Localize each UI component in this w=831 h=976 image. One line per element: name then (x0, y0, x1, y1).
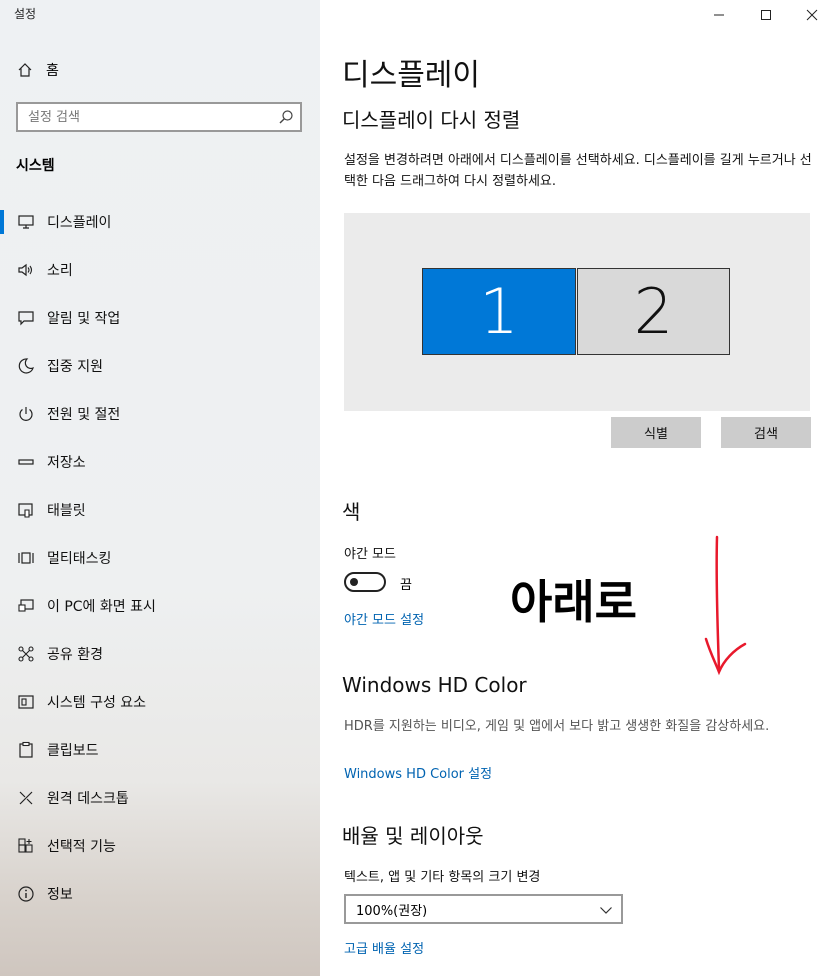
sidebar-item-label: 멀티태스킹 (47, 551, 112, 567)
home-nav-item[interactable]: 홈 (16, 58, 59, 82)
sidebar-item-storage[interactable]: 저장소 (0, 438, 320, 486)
sidebar-item-clipboard[interactable]: 클립보드 (0, 726, 320, 774)
optional-features-icon (16, 836, 36, 856)
sidebar-item-sound[interactable]: 소리 (0, 246, 320, 294)
color-heading: 색 (342, 500, 361, 524)
sidebar-item-label: 저장소 (47, 455, 86, 471)
home-label: 홈 (46, 63, 59, 79)
detect-button[interactable]: 검색 (721, 417, 811, 448)
annotation-text: 아래로 (510, 575, 637, 629)
sidebar-item-tablet[interactable]: 태블릿 (0, 486, 320, 534)
sidebar-item-system-components[interactable]: 시스템 구성 요소 (0, 678, 320, 726)
sidebar-item-label: 이 PC에 화면 표시 (47, 599, 156, 615)
chevron-down-icon (599, 903, 613, 917)
down-arrow-annotation (704, 535, 747, 676)
storage-icon (16, 452, 36, 472)
scale-heading: 배율 및 레이아웃 (342, 824, 484, 848)
settings-search-box[interactable] (16, 102, 302, 132)
remote-desktop-icon (16, 788, 36, 808)
advanced-scaling-link[interactable]: 고급 배율 설정 (344, 938, 424, 957)
scale-dropdown-value: 100%(권장) (356, 903, 428, 919)
sidebar-item-label: 디스플레이 (47, 215, 112, 231)
sidebar-item-label: 전원 및 절전 (47, 407, 121, 423)
settings-search-input[interactable] (18, 104, 268, 130)
sidebar-item-label: 시스템 구성 요소 (47, 695, 147, 711)
night-light-state: 끔 (400, 578, 412, 593)
sidebar-item-label: 정보 (47, 887, 73, 903)
search-icon[interactable] (278, 109, 294, 125)
info-icon (16, 884, 36, 904)
sidebar-item-label: 원격 데스크톱 (47, 791, 129, 807)
hdr-description: HDR를 지원하는 비디오, 게임 및 앱에서 보다 밝고 생생한 화질을 감상… (344, 719, 770, 734)
project-icon (16, 596, 36, 616)
sidebar-item-focus-assist[interactable]: 집중 지원 (0, 342, 320, 390)
sidebar-item-shared-experiences[interactable]: 공유 환경 (0, 630, 320, 678)
sidebar-item-label: 태블릿 (47, 503, 86, 519)
sidebar-item-about[interactable]: 정보 (0, 870, 320, 918)
sidebar-item-label: 클립보드 (47, 743, 99, 759)
main-content: 디스플레이 디스플레이 다시 정렬 설정을 변경하려면 아래에서 디스플레이를 … (320, 0, 831, 976)
sidebar-nav: 디스플레이 소리 알림 및 작업 집중 지원 전원 및 절전 저장소 태블릿 멀… (0, 198, 320, 918)
rearrange-description: 설정을 변경하려면 아래에서 디스플레이를 선택하세요. 디스플레이를 길게 누… (344, 153, 812, 189)
tablet-icon (16, 500, 36, 520)
sidebar-item-project[interactable]: 이 PC에 화면 표시 (0, 582, 320, 630)
multitasking-icon (16, 548, 36, 568)
scale-dropdown[interactable]: 100%(권장) (344, 894, 623, 924)
clipboard-icon (16, 740, 36, 760)
night-light-toggle[interactable] (344, 572, 386, 592)
speaker-icon (16, 260, 36, 280)
sidebar-item-multitasking[interactable]: 멀티태스킹 (0, 534, 320, 582)
sidebar-item-optional-features[interactable]: 선택적 기능 (0, 822, 320, 870)
window-title: 설정 (14, 7, 37, 21)
sidebar-item-label: 선택적 기능 (47, 839, 116, 855)
sidebar-item-display[interactable]: 디스플레이 (0, 198, 320, 246)
sidebar-section-title: 시스템 (16, 158, 55, 174)
monitor-2-tile[interactable]: 2 (577, 268, 730, 355)
sidebar-item-label: 공유 환경 (47, 647, 103, 663)
night-light-settings-link[interactable]: 야간 모드 설정 (344, 609, 424, 628)
hdr-heading: Windows HD Color (342, 673, 527, 697)
page-title: 디스플레이 (342, 58, 480, 93)
toggle-knob (350, 578, 358, 586)
scale-label: 텍스트, 앱 및 기타 항목의 크기 변경 (344, 870, 541, 885)
sidebar: 설정 홈 시스템 디스플레이 소리 알림 및 작업 집중 지원 (0, 0, 320, 976)
display-arrangement-area[interactable]: 1 2 (344, 213, 810, 411)
night-light-label: 야간 모드 (344, 547, 396, 562)
sidebar-item-power[interactable]: 전원 및 절전 (0, 390, 320, 438)
monitor-icon (16, 212, 36, 232)
components-icon (16, 692, 36, 712)
sidebar-item-remote-desktop[interactable]: 원격 데스크톱 (0, 774, 320, 822)
monitor-1-tile[interactable]: 1 (422, 268, 576, 355)
identify-button[interactable]: 식별 (611, 417, 701, 448)
rearrange-heading: 디스플레이 다시 정렬 (342, 108, 521, 132)
moon-icon (16, 356, 36, 376)
home-icon (16, 61, 34, 79)
sidebar-item-label: 소리 (47, 263, 73, 279)
notification-icon (16, 308, 36, 328)
share-icon (16, 644, 36, 664)
sidebar-item-label: 집중 지원 (47, 359, 103, 375)
hdr-settings-link[interactable]: Windows HD Color 설정 (344, 763, 492, 782)
sidebar-item-notifications[interactable]: 알림 및 작업 (0, 294, 320, 342)
sidebar-item-label: 알림 및 작업 (47, 311, 121, 327)
power-icon (16, 404, 36, 424)
